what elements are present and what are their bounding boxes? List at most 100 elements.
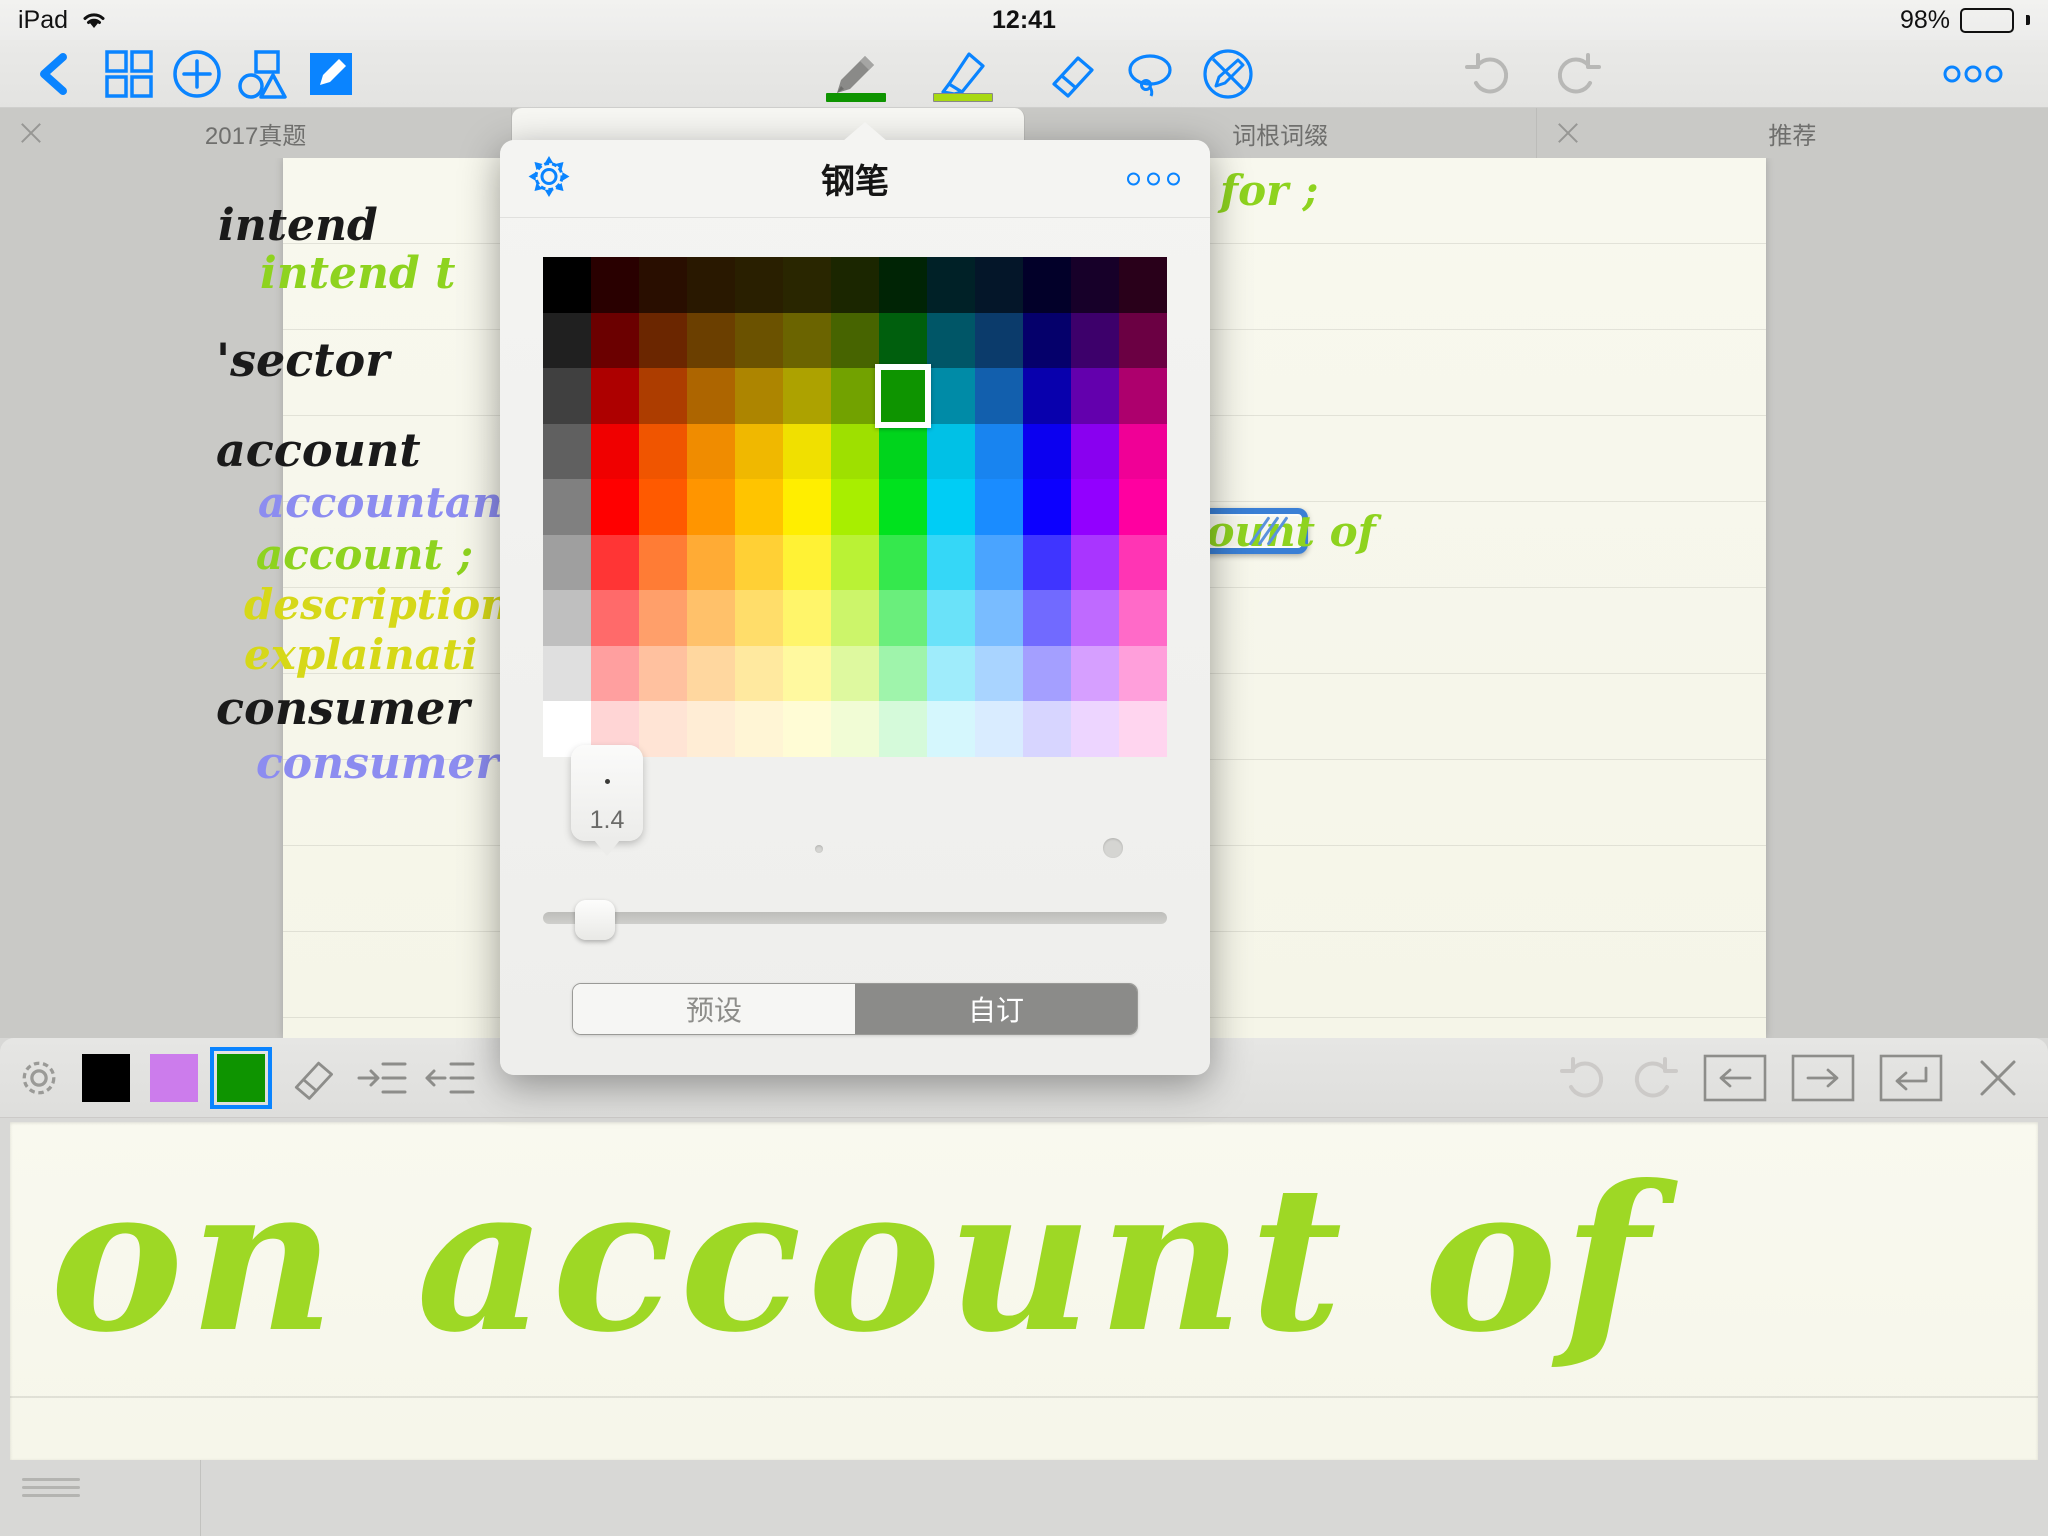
color-swatch-cell[interactable] [1119, 701, 1167, 757]
color-swatch-cell[interactable] [831, 645, 879, 702]
color-swatch-cell[interactable] [1119, 645, 1167, 702]
color-swatch-cell[interactable] [831, 368, 879, 424]
color-swatch-cell[interactable] [783, 423, 831, 480]
palette-mode-segmented-control[interactable]: 预设 自订 [572, 983, 1138, 1035]
close-handwriting-button[interactable] [1962, 1038, 2034, 1118]
color-swatch-cell[interactable] [783, 479, 831, 535]
color-swatch-cell[interactable] [735, 423, 783, 480]
add-button[interactable] [162, 40, 232, 108]
color-swatch-cell[interactable] [975, 645, 1023, 702]
color-swatch-cell[interactable] [783, 257, 831, 313]
color-swatch-cell[interactable] [687, 423, 735, 480]
color-swatch-cell[interactable] [687, 368, 735, 424]
color-swatch-cell[interactable] [783, 590, 831, 646]
color-swatch-cell[interactable] [591, 312, 639, 369]
color-swatch-cell[interactable] [879, 534, 927, 591]
shapes-button[interactable] [228, 40, 298, 108]
color-swatch-cell[interactable] [783, 534, 831, 591]
color-swatch-cell[interactable] [975, 257, 1023, 313]
color-swatch-cell[interactable] [1119, 312, 1167, 369]
color-swatch-cell[interactable] [783, 645, 831, 702]
color-swatch-black[interactable] [78, 1038, 134, 1118]
color-swatch-cell[interactable] [927, 701, 975, 757]
color-swatch-cell[interactable] [1071, 534, 1119, 591]
return-key-button[interactable] [1866, 1038, 1956, 1118]
color-swatch-cell[interactable] [639, 423, 687, 480]
color-swatch-cell[interactable] [687, 479, 735, 535]
color-swatch-cell[interactable] [927, 479, 975, 535]
color-swatch-cell[interactable] [1119, 423, 1167, 480]
color-swatch-cell[interactable] [1071, 645, 1119, 702]
color-swatch-cell[interactable] [975, 590, 1023, 646]
library-button[interactable] [94, 40, 164, 108]
color-swatch-cell[interactable] [831, 312, 879, 369]
handwriting-input-area[interactable]: on account of [10, 1122, 2038, 1460]
color-swatch-cell[interactable] [735, 534, 783, 591]
color-swatch-cell[interactable] [831, 479, 879, 535]
color-swatch-cell[interactable] [975, 534, 1023, 591]
undo-button-top[interactable] [1448, 40, 1528, 108]
color-swatch-cell[interactable] [975, 479, 1023, 535]
handwriting-eraser-button[interactable] [282, 1038, 344, 1118]
color-swatch-cell[interactable] [687, 590, 735, 646]
color-swatch-cell[interactable] [639, 479, 687, 535]
color-swatch-cell[interactable] [927, 590, 975, 646]
handwriting-undo-button[interactable] [1548, 1038, 1618, 1118]
color-swatch-cell[interactable] [879, 645, 927, 702]
color-swatch-cell[interactable] [1119, 257, 1167, 313]
handwriting-redo-button[interactable] [1620, 1038, 1690, 1118]
tool-lasso[interactable] [1110, 40, 1190, 108]
color-swatch-cell[interactable] [927, 645, 975, 702]
pen-size-slider-track[interactable] [543, 912, 1167, 924]
color-swatch-cell[interactable] [543, 368, 591, 424]
color-swatch-cell[interactable] [591, 645, 639, 702]
color-swatch-cell[interactable] [1023, 590, 1071, 646]
color-swatch-cell[interactable] [879, 423, 927, 480]
color-swatch-cell[interactable] [879, 368, 927, 424]
color-swatch-cell[interactable] [687, 645, 735, 702]
color-swatch-cell[interactable] [1119, 534, 1167, 591]
color-swatch-cell[interactable] [1119, 368, 1167, 424]
color-swatch-cell[interactable] [735, 701, 783, 757]
tab-close-icon[interactable] [1555, 120, 1581, 146]
pen-size-control[interactable]: 1.4 [543, 745, 1167, 940]
color-swatch-cell[interactable] [687, 257, 735, 313]
color-swatch-cell[interactable] [975, 423, 1023, 480]
color-swatch-cell[interactable] [639, 368, 687, 424]
color-swatch-cell[interactable] [831, 590, 879, 646]
color-swatch-cell[interactable] [783, 368, 831, 424]
color-swatch-cell[interactable] [543, 479, 591, 535]
redo-button-top[interactable] [1538, 40, 1618, 108]
color-swatch-cell[interactable] [975, 312, 1023, 369]
color-swatch-cell[interactable] [783, 312, 831, 369]
color-swatch-cell[interactable] [1023, 534, 1071, 591]
color-swatch-cell[interactable] [1071, 423, 1119, 480]
color-swatch-cell[interactable] [879, 257, 927, 313]
color-swatch-cell[interactable] [735, 257, 783, 313]
color-swatch-cell[interactable] [735, 368, 783, 424]
popup-more-button[interactable] [1127, 172, 1180, 185]
color-swatch-cell[interactable] [639, 590, 687, 646]
color-swatch-cell[interactable] [735, 312, 783, 369]
color-swatch-cell[interactable] [1071, 590, 1119, 646]
tab-2017[interactable]: 2017真题 [0, 108, 513, 158]
tool-no-draw[interactable] [1188, 40, 1268, 108]
color-swatch-cell[interactable] [543, 257, 591, 313]
color-swatch-violet[interactable] [146, 1038, 202, 1118]
color-swatch-cell[interactable] [1023, 368, 1071, 424]
color-swatch-cell[interactable] [975, 368, 1023, 424]
tool-pencil[interactable] [815, 40, 897, 108]
grip-lines-icon[interactable] [22, 1478, 80, 1502]
color-swatch-cell[interactable] [735, 645, 783, 702]
color-swatch-cell[interactable] [543, 534, 591, 591]
cursor-right-button[interactable] [1778, 1038, 1868, 1118]
color-swatch-cell[interactable] [831, 701, 879, 757]
color-swatch-cell[interactable] [831, 534, 879, 591]
back-button[interactable] [22, 40, 86, 108]
color-swatch-cell[interactable] [927, 423, 975, 480]
color-swatch-cell[interactable] [1071, 479, 1119, 535]
color-swatch-cell[interactable] [927, 534, 975, 591]
tab-close-icon[interactable] [18, 120, 44, 146]
color-swatch-cell[interactable] [1023, 479, 1071, 535]
pen-size-slider-thumb[interactable] [575, 900, 615, 940]
